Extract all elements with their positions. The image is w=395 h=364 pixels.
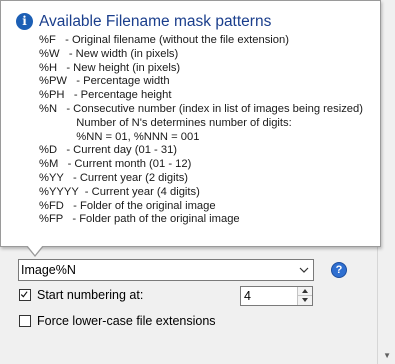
spin-up-button[interactable]	[298, 287, 312, 296]
pattern-line: %FP - Folder path of the original image	[39, 213, 240, 226]
pattern-line: Number of N's determines number of digit…	[39, 116, 292, 129]
tooltip-header: i Available Filename mask patterns	[16, 12, 271, 31]
pattern-line: %FD - Folder of the original image	[39, 199, 216, 212]
help-icon[interactable]: ?	[331, 262, 347, 278]
start-numbering-label: Start numbering at:	[37, 288, 144, 302]
info-icon: i	[16, 13, 33, 30]
arrow-down-icon	[302, 298, 308, 302]
pattern-line: %M - Current month (01 - 12)	[39, 158, 192, 171]
pattern-line: %YY - Current year (2 digits)	[39, 171, 189, 184]
chevron-down-icon[interactable]	[298, 264, 310, 276]
pattern-line: %NN = 01, %NNN = 001	[39, 130, 200, 143]
filename-mask-value[interactable]: Image%N	[21, 262, 76, 278]
pattern-list: %F - Original filename (without the file…	[39, 34, 363, 227]
spin-down-button[interactable]	[298, 296, 312, 305]
scroll-down-arrow-icon[interactable]: ▼	[383, 352, 391, 360]
checkmark-icon	[20, 291, 28, 298]
pattern-line: %W - New width (in pixels)	[39, 47, 179, 60]
pattern-line: %YYYY - Current year (4 digits)	[39, 185, 200, 198]
pattern-line: %PW - Percentage width	[39, 75, 170, 88]
start-numbering-checkbox[interactable]	[19, 289, 31, 301]
filename-mask-combobox[interactable]: Image%N	[18, 259, 314, 281]
force-lowercase-row[interactable]: Force lower-case file extensions	[19, 313, 216, 329]
pattern-line: %PH - Percentage height	[39, 89, 172, 102]
tooltip-title: Available Filename mask patterns	[39, 13, 272, 30]
tooltip-tail-fill	[27, 245, 43, 255]
pattern-line: %H - New height (in pixels)	[39, 61, 181, 74]
force-lowercase-label: Force lower-case file extensions	[37, 314, 216, 328]
pattern-line: %D - Current day (01 - 31)	[39, 144, 178, 157]
pattern-line: %N - Consecutive number (index in list o…	[39, 102, 363, 115]
force-lowercase-checkbox[interactable]	[19, 315, 31, 327]
start-number-value[interactable]: 4	[244, 288, 251, 304]
start-numbering-row[interactable]: Start numbering at:	[19, 287, 143, 303]
arrow-up-icon	[302, 289, 308, 293]
spinner-buttons[interactable]	[297, 287, 312, 305]
start-number-spinner[interactable]: 4	[240, 286, 313, 306]
pattern-line: %F - Original filename (without the file…	[39, 34, 289, 46]
filename-mask-tooltip: i Available Filename mask patterns %F - …	[0, 0, 381, 247]
